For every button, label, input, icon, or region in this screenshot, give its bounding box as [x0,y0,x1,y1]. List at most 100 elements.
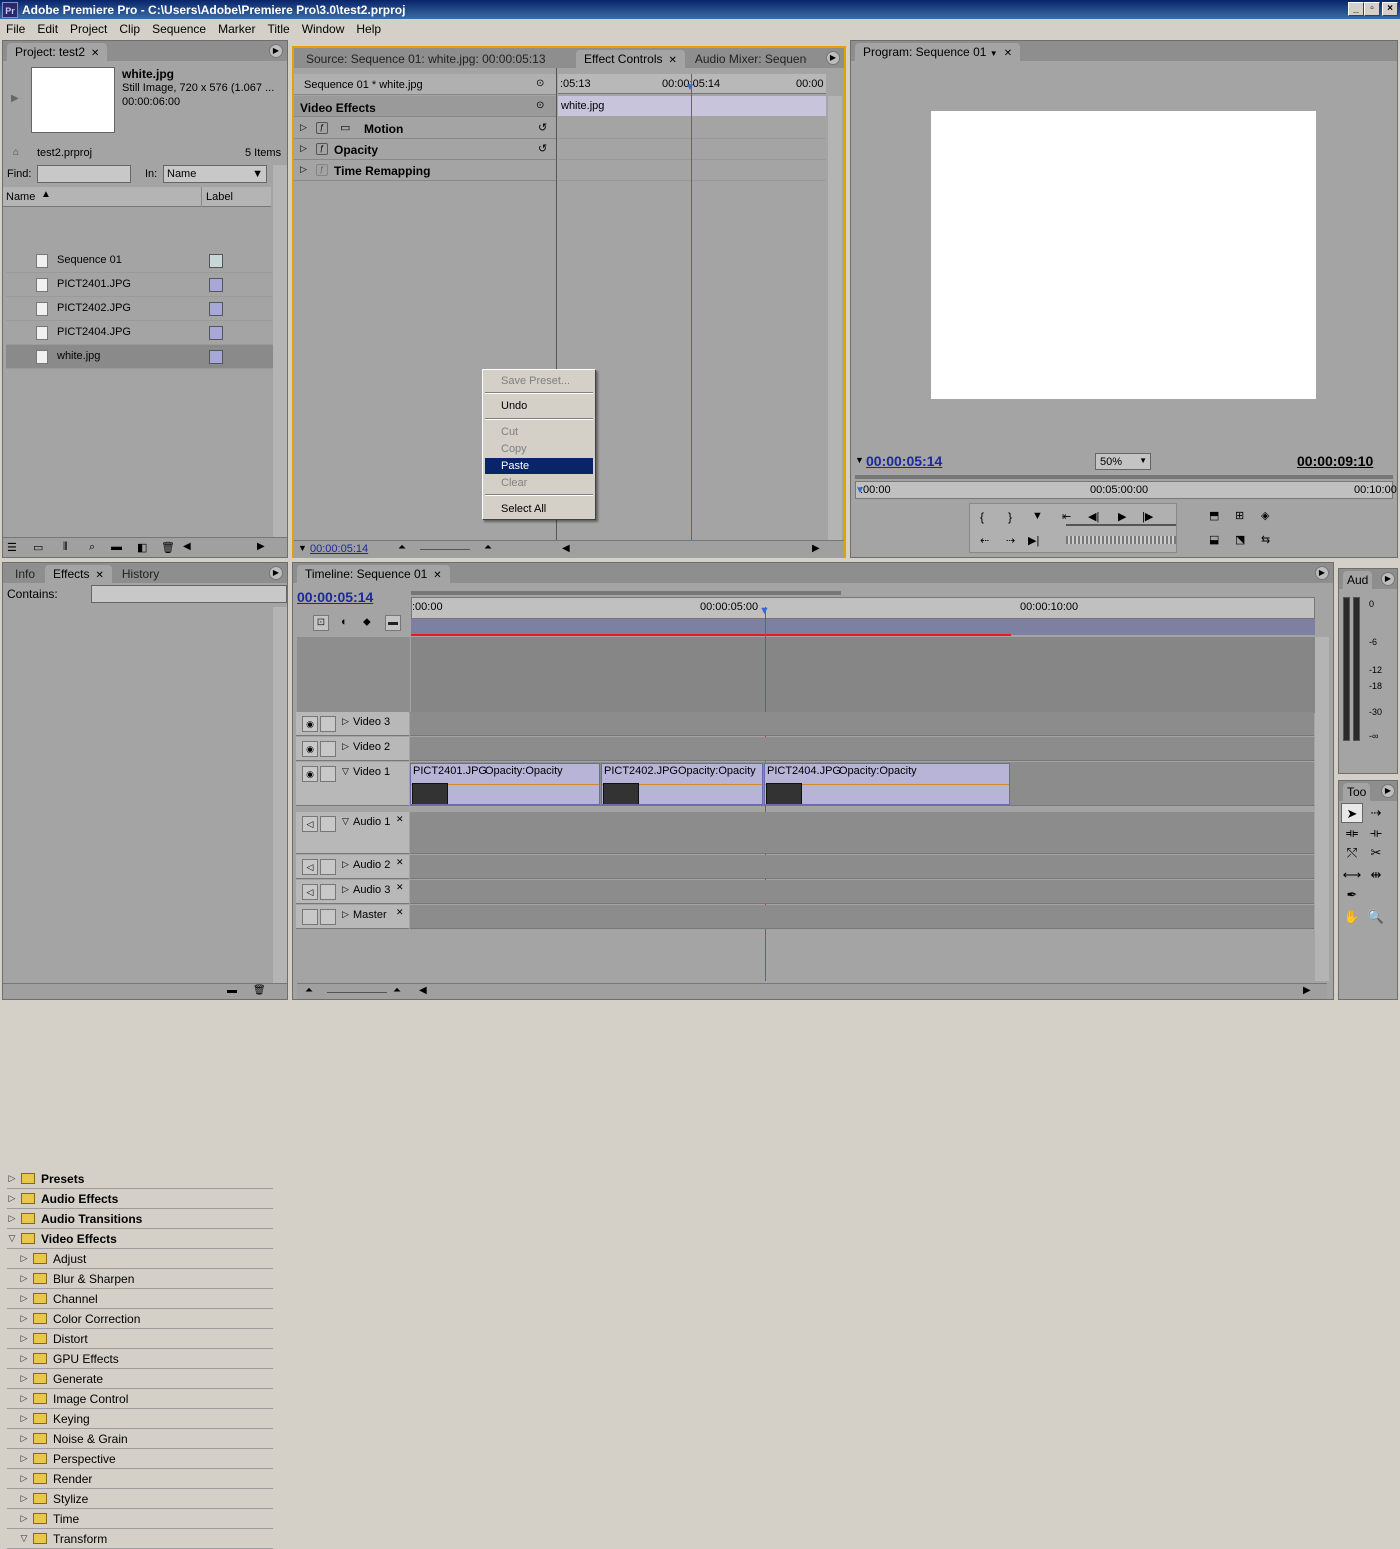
panel-menu-icon[interactable]: ▶ [1315,566,1329,580]
tree-item[interactable]: ▽ Video Effects [7,1229,273,1249]
tree-item[interactable]: ▷ Blur & Sharpen [7,1269,273,1289]
tab-info[interactable]: Info [7,565,43,583]
menu-window[interactable]: Window [296,22,351,36]
go-to-in-icon[interactable]: ⇤ [1062,510,1071,523]
minimize-button[interactable]: _ [1348,2,1364,16]
tree-item[interactable]: ▷ GPU Effects [7,1349,273,1369]
go-to-next-icon[interactable]: ⇢ [1006,534,1015,547]
scroll-left-icon[interactable]: ◀ [183,541,191,552]
marker-icon[interactable]: ▼ [1032,510,1043,522]
slide-tool-icon[interactable]: ⇹ [1365,865,1387,885]
collapsed-triangle-icon[interactable]: ▷ [19,1453,29,1464]
lock-icon[interactable] [320,859,336,875]
timeline-zoom-slider[interactable] [327,992,387,993]
collapsed-triangle-icon[interactable]: ▷ [19,1273,29,1284]
menu-item-cut[interactable]: Cut [485,424,593,440]
track-row[interactable] [410,712,1314,736]
menu-item-select-all[interactable]: Select All [485,501,593,517]
go-to-prev-icon[interactable]: ⇠ [980,534,989,547]
tab-tools[interactable]: Too [1343,783,1371,801]
lock-icon[interactable] [320,909,336,925]
lock-icon[interactable] [320,766,336,782]
panel-menu-icon[interactable]: ▶ [269,44,283,58]
zoom-out-icon[interactable]: ⏶ [305,985,313,996]
col-name[interactable]: Name [6,191,35,203]
track-select-tool-icon[interactable]: ⇢ [1365,803,1387,823]
reset-icon[interactable]: ↺ [538,142,547,155]
selection-tool-icon[interactable]: ➤ [1341,803,1363,823]
list-item[interactable]: PICT2402.JPG [6,297,274,321]
close-icon[interactable]: ✕ [433,570,441,581]
label-swatch[interactable] [209,278,223,292]
trim-icon[interactable]: ⬓ [1209,533,1219,546]
tree-item[interactable]: ▷ Keying [7,1409,273,1429]
zoom-out-icon[interactable]: ⏶ [398,542,406,553]
work-area-icon[interactable]: ▬ [385,615,401,631]
menu-sequence[interactable]: Sequence [146,22,212,36]
encore-marker-icon[interactable]: ⬥ [363,616,371,629]
mark-out-icon[interactable]: } [1008,510,1012,524]
timeline-clip[interactable]: PICT2402.JPG Opacity:Opacity [601,763,763,805]
speaker-icon[interactable]: ◁ [302,859,318,875]
close-icon[interactable]: ✕ [668,55,676,66]
clip-fx[interactable]: Opacity:Opacity [678,765,756,777]
collapsed-triangle-icon[interactable]: ▷ [19,1333,29,1344]
timeline-clip[interactable]: PICT2404.JPG Opacity:Opacity [764,763,1010,805]
program-ruler[interactable]: :00:00 00:05:00:00 00:10:00 [855,481,1397,499]
show-timeline-icon[interactable]: ⊙ [536,78,544,89]
ripple-edit-tool-icon[interactable]: ⟚ [1341,823,1363,843]
effect-row[interactable]: ▷ ƒ ▭ Motion ↺ [294,118,556,139]
col-label[interactable]: Label [206,191,233,203]
hand-tool-icon[interactable]: ✋ [1341,907,1363,927]
eye-icon[interactable]: ◉ [302,741,318,757]
panel-menu-icon[interactable]: ▶ [1381,784,1395,798]
list-item[interactable]: white.jpg [6,345,274,369]
menu-clip[interactable]: Clip [113,22,146,36]
contains-input[interactable] [91,585,287,603]
scroll-left-icon[interactable]: ◀ [419,985,427,996]
close-icon[interactable]: ✕ [91,48,99,59]
tree-item[interactable]: ▷ Render [7,1469,273,1489]
icon-view-icon[interactable]: ▭ [33,541,43,554]
eye-icon[interactable]: ◉ [302,766,318,782]
fx-toggle-icon[interactable]: ƒ [316,164,328,176]
tree-item[interactable]: ▷ Time [7,1509,273,1529]
in-select[interactable]: Name ▼ [163,165,267,183]
panel-menu-icon[interactable]: ▶ [269,566,283,580]
tree-item[interactable]: ▷ Color Correction [7,1309,273,1329]
track-row[interactable] [410,855,1314,879]
zoom-in-icon[interactable]: ⏶ [484,542,492,553]
fx-toggle-icon[interactable]: ƒ [316,143,328,155]
close-button[interactable]: × [1382,2,1398,16]
track-row[interactable] [410,737,1314,761]
collapsed-triangle-icon[interactable]: ▷ [342,859,349,870]
expand-triangle-icon[interactable]: ▷ [300,143,307,154]
collapsed-triangle-icon[interactable]: ▷ [19,1293,29,1304]
clip-fx[interactable]: Opacity:Opacity [839,765,917,777]
menu-help[interactable]: Help [350,22,387,36]
expanded-triangle-icon[interactable]: ▽ [7,1233,17,1244]
menu-item-copy[interactable]: Copy [485,441,593,457]
tree-item[interactable]: ▷ Generate [7,1369,273,1389]
find-icon[interactable]: ⌕ [89,541,95,554]
menu-item-clear[interactable]: Clear [485,475,593,491]
clip-fx[interactable]: Opacity:Opacity [485,765,563,777]
collapsed-triangle-icon[interactable]: ▷ [19,1433,29,1444]
playhead-marker-icon[interactable]: ▼ [685,82,695,93]
tree-item[interactable]: ▷ Noise & Grain [7,1429,273,1449]
eye-icon[interactable]: ◉ [302,716,318,732]
menu-project[interactable]: Project [64,22,113,36]
tree-item[interactable]: ▷ Stylize [7,1489,273,1509]
zoom-select[interactable]: 50% ▼ [1095,453,1151,470]
menu-file[interactable]: File [0,22,31,36]
scroll-right-icon[interactable]: ▶ [812,543,820,554]
speaker-icon[interactable]: ◁ [302,884,318,900]
tab-source[interactable]: Source: Sequence 01: white.jpg: 00:00:05… [298,50,574,68]
timeline-timecode[interactable]: 00:00:05:14 [297,589,373,605]
close-icon[interactable]: ✕ [1004,48,1012,59]
play-preview-icon[interactable]: ▶ [11,93,19,104]
program-timecode[interactable]: 00:00:05:14 [866,453,942,469]
tab-effect-controls[interactable]: Effect Controls ✕ [576,50,685,68]
extract-icon[interactable]: ⊞ [1235,509,1244,522]
scroll-right-icon[interactable]: ▶ [1303,985,1311,996]
